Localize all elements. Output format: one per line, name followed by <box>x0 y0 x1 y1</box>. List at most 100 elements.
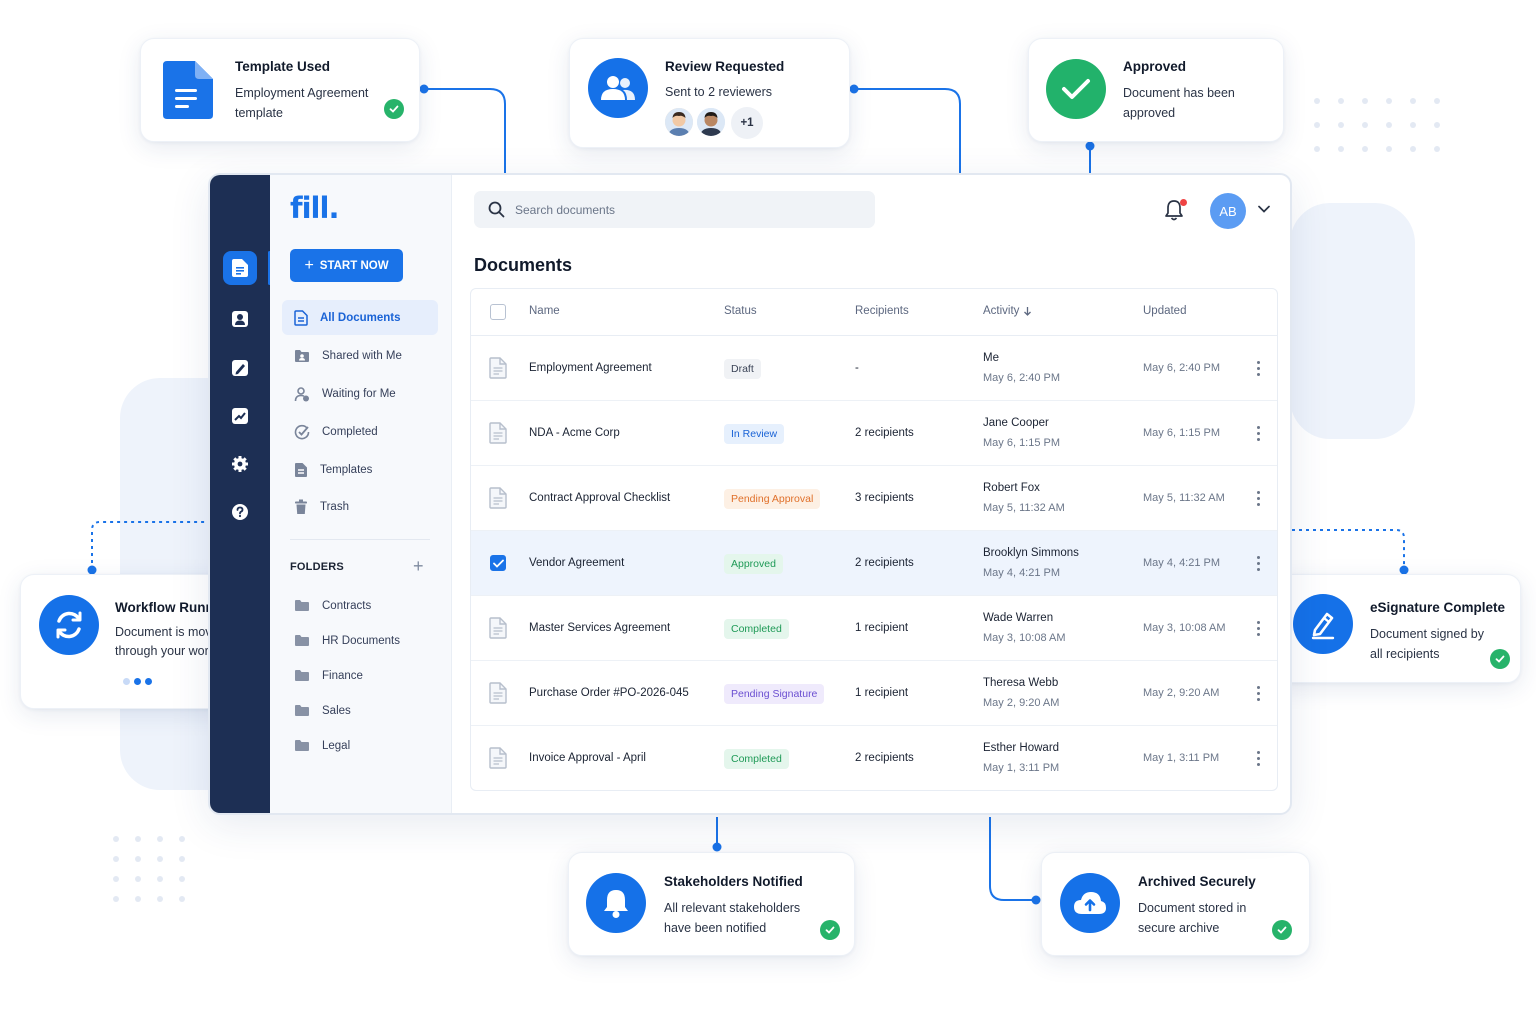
card-title: Template Used <box>235 59 331 74</box>
nav-waiting-for-me[interactable]: Waiting for Me <box>282 376 438 411</box>
card-description: approved <box>1123 106 1176 120</box>
nav-label: Waiting for Me <box>322 387 396 400</box>
card-title: Stakeholders Notified <box>664 874 803 889</box>
row-more-menu-icon[interactable] <box>1257 491 1260 506</box>
sidebar-divider <box>290 539 430 540</box>
check-pen-icon <box>294 424 310 439</box>
notification-dot <box>1180 199 1187 206</box>
file-icon <box>489 357 507 382</box>
recipients-count: - <box>855 362 859 374</box>
bell-icon <box>586 873 646 933</box>
status-badge: Approved <box>724 554 783 574</box>
sync-icon <box>39 595 99 655</box>
table-header: Name Status Recipients Activity Updated <box>471 289 1277 336</box>
pen-icon <box>1293 594 1353 654</box>
row-more-menu-icon[interactable] <box>1257 426 1260 441</box>
select-all-checkbox[interactable] <box>490 304 506 320</box>
table-row[interactable]: Employment Agreement Draft - Me May 6, 2:40 … <box>471 336 1277 401</box>
row-more-menu-icon[interactable] <box>1257 556 1260 571</box>
user-avatar[interactable]: AB <box>1210 193 1246 229</box>
card-description: secure archive <box>1138 921 1220 935</box>
nav-trash[interactable]: Trash <box>282 489 438 524</box>
recipients-count: 2 recipients <box>855 427 914 439</box>
card-description: template <box>235 106 283 120</box>
success-check-icon <box>1490 649 1510 669</box>
document-name[interactable]: Purchase Order #PO-2026-045 <box>529 687 689 699</box>
rail-settings-icon[interactable] <box>223 447 257 481</box>
status-badge: Completed <box>724 619 789 639</box>
row-checkbox[interactable] <box>490 555 506 571</box>
folder-legal[interactable]: Legal <box>282 728 438 763</box>
status-badge: Completed <box>724 749 789 769</box>
add-folder-icon[interactable]: + <box>413 556 424 577</box>
start-now-button[interactable]: + START NOW <box>290 249 403 282</box>
status-badge: In Review <box>724 424 785 444</box>
document-name[interactable]: Contract Approval Checklist <box>529 492 670 504</box>
folder-sales[interactable]: Sales <box>282 693 438 728</box>
activity-time: May 5, 11:32 AM <box>983 502 1065 514</box>
activity-time: May 6, 1:15 PM <box>983 437 1061 449</box>
activity-time: May 1, 3:11 PM <box>983 762 1060 774</box>
card-title: Archived Securely <box>1138 874 1256 889</box>
app-logo: fill. <box>290 191 339 225</box>
nav-label: All Documents <box>320 311 401 324</box>
checkmark-icon <box>1046 59 1106 119</box>
folders-header: FOLDERS <box>290 561 344 573</box>
column-activity[interactable]: Activity <box>983 305 1032 317</box>
card-title: eSignature Complete <box>1370 600 1506 615</box>
recipients-count: 1 recipient <box>855 687 909 699</box>
table-row[interactable]: Vendor Agreement Approved 2 recipients Broo… <box>471 531 1277 596</box>
background-panel-right <box>1290 203 1415 439</box>
row-more-menu-icon[interactable] <box>1257 686 1260 701</box>
row-more-menu-icon[interactable] <box>1257 621 1260 636</box>
column-updated[interactable]: Updated <box>1143 305 1186 317</box>
row-more-menu-icon[interactable] <box>1257 751 1260 766</box>
column-status[interactable]: Status <box>724 305 757 317</box>
folder-label: Legal <box>322 739 351 752</box>
activity-time: May 6, 2:40 PM <box>983 372 1061 384</box>
reviewer-avatar <box>663 106 695 138</box>
updated-time: May 6, 2:40 PM <box>1143 362 1221 374</box>
stakeholders-notified-card: Stakeholders Notified All relevant stake… <box>568 852 855 956</box>
folder-hr-documents[interactable]: HR Documents <box>282 623 438 658</box>
activity-user: Wade Warren <box>983 612 1054 624</box>
nav-completed[interactable]: Completed <box>282 414 438 449</box>
folder-finance[interactable]: Finance <box>282 658 438 693</box>
table-row[interactable]: Invoice Approval - April Completed 2 recip… <box>471 726 1277 790</box>
rail-help-icon[interactable] <box>223 495 257 529</box>
table-row[interactable]: Master Services Agreement Completed 1 reci… <box>471 596 1277 661</box>
success-check-icon <box>820 920 840 940</box>
document-name[interactable]: Employment Agreement <box>529 362 652 374</box>
nav-templates[interactable]: Templates <box>282 452 438 487</box>
status-badge: Pending Signature <box>724 684 825 704</box>
row-more-menu-icon[interactable] <box>1257 361 1260 376</box>
nav-label: Shared with Me <box>322 349 402 362</box>
rail-sign-icon[interactable] <box>223 351 257 385</box>
search-input[interactable]: Search documents <box>474 191 875 228</box>
table-row[interactable]: Contract Approval Checklist Pending Appro… <box>471 466 1277 531</box>
document-name[interactable]: Vendor Agreement <box>529 557 624 569</box>
sidebar: fill. + START NOW All Documents Shared w… <box>270 175 452 813</box>
document-name[interactable]: Invoice Approval - April <box>529 752 646 764</box>
more-reviewers-badge: +1 <box>731 107 763 139</box>
status-badge: Pending Approval <box>724 489 821 509</box>
chevron-down-icon[interactable] <box>1258 205 1270 213</box>
column-recipients[interactable]: Recipients <box>855 305 909 317</box>
nav-shared-with-me[interactable]: Shared with Me <box>282 338 438 373</box>
success-check-icon <box>384 99 404 119</box>
rail-documents-icon[interactable] <box>223 251 257 285</box>
updated-time: May 6, 1:15 PM <box>1143 427 1221 439</box>
folder-contracts[interactable]: Contracts <box>282 588 438 623</box>
rail-contacts-icon[interactable] <box>223 302 257 336</box>
card-description: Sent to 2 reviewers <box>665 85 772 99</box>
table-row[interactable]: NDA - Acme Corp In Review 2 recipients Jane… <box>471 401 1277 466</box>
document-name[interactable]: Master Services Agreement <box>529 622 670 634</box>
document-name[interactable]: NDA - Acme Corp <box>529 427 620 439</box>
nav-all-documents[interactable]: All Documents <box>282 300 438 335</box>
file-icon <box>489 487 507 512</box>
table-row[interactable]: Purchase Order #PO-2026-045 Pending Signa… <box>471 661 1277 726</box>
rail-analytics-icon[interactable] <box>223 399 257 433</box>
column-name[interactable]: Name <box>529 305 560 317</box>
search-icon <box>488 201 505 218</box>
review-requested-card: Review Requested Sent to 2 reviewers +1 <box>569 38 850 148</box>
